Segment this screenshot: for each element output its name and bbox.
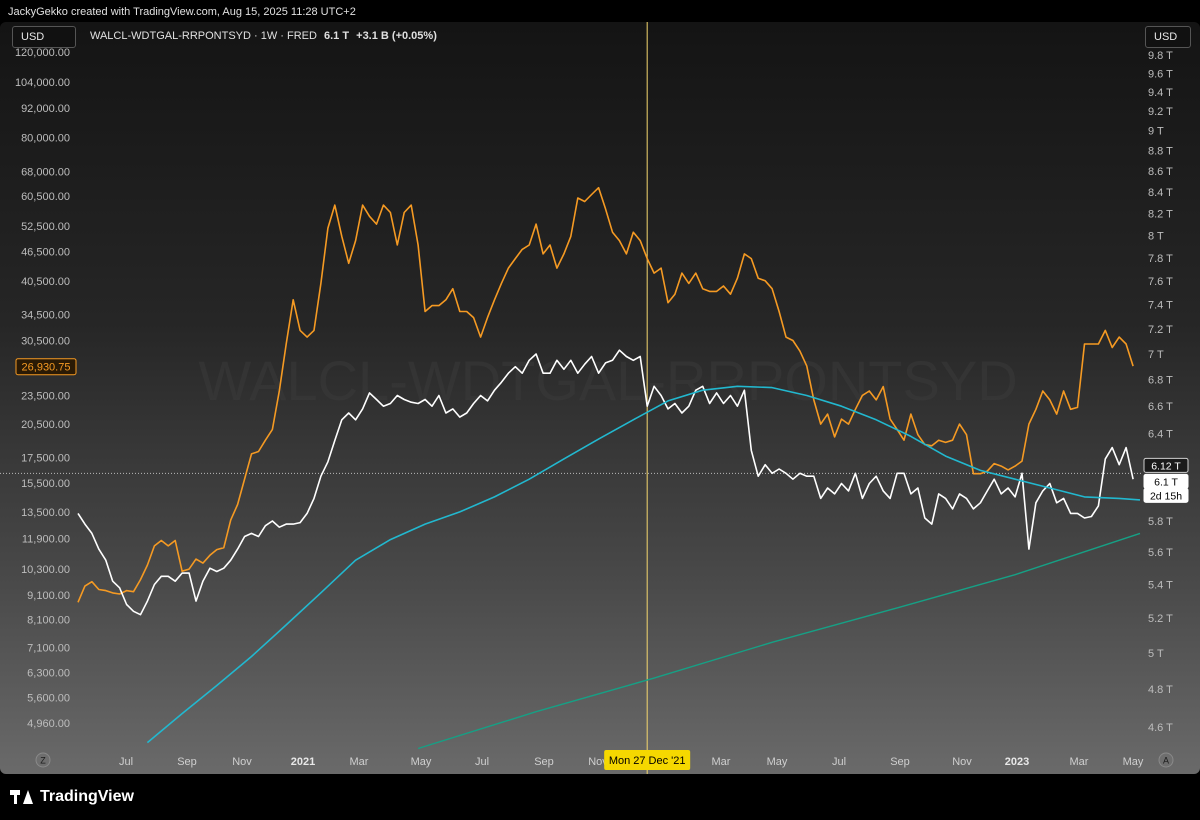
cyan-moving-average-line[interactable] [146,385,1141,744]
right-axis-tick-label: 6.8 T [1148,375,1173,387]
x-axis-tick-label: Sep [890,756,910,768]
left-axis-tick-label: 6,300.00 [27,668,70,680]
legend-change: +3.1 B (+0.05%) [356,30,437,42]
x-axis-tick-label: Jul [119,756,133,768]
right-axis-tick-label: 4.6 T [1148,722,1173,734]
right-axis-tick-label: 8.4 T [1148,187,1173,199]
x-axis-tick-label: Mar [712,756,731,768]
right-axis-tick-label: 8 T [1148,230,1164,242]
left-axis-tick-label: 23,500.00 [21,390,70,402]
zoom-reset-button[interactable]: Z [35,752,51,768]
left-axis-tick-label: 120,000.00 [15,47,70,59]
crosshair-date-text: Mon 27 Dec '21 [609,755,686,767]
right-axis-tick-label: 6.4 T [1148,429,1173,441]
currency-right-button[interactable]: USD [1145,26,1191,48]
legend-last-value: 6.1 T [324,30,350,42]
x-axis-tick-label: May [411,756,432,768]
right-axis-tick-label: 8.2 T [1148,208,1173,220]
legend-symbol: WALCL-WDTGAL-RRPONTSYD · 1W · FRED [90,30,317,42]
left-axis-tick-label: 15,500.00 [21,478,70,490]
left-axis-tick-label: 52,500.00 [21,221,70,233]
left-price-badge: 26,930.75 [15,358,77,376]
left-axis-tick-label: 4,960.00 [27,718,70,730]
right-axis-tick-label: 9.8 T [1148,50,1173,62]
x-axis-tick-label: Mar [1070,756,1089,768]
x-axis-tick-label: May [767,756,788,768]
right-axis-tick-label: 5.8 T [1148,516,1173,528]
left-axis-tick-label: 8,100.00 [27,615,70,627]
right-value-badge-text: 6.12 T [1151,460,1181,472]
right-axis-tick-label: 5 T [1148,648,1164,660]
tradingview-logo[interactable]: TradingView [10,788,134,806]
right-axis-tick-label: 5.6 T [1148,547,1173,559]
right-axis-tick-label: 6.6 T [1148,401,1173,413]
chart-panel[interactable]: WALCL-WDTGAL-RRPONTSYD 120,000.00 104,000… [0,22,1200,774]
left-axis-tick-label: 34,500.00 [21,310,70,322]
tradingview-logo-icon [10,790,34,804]
right-axis-tick-label: 9.4 T [1148,87,1173,99]
x-axis-tick-label: 2023 [1005,756,1029,768]
zoom-reset-button-label: Z [40,756,46,766]
x-axis-tick-label: May [1123,756,1144,768]
right-value-badge: 6.12 T [1143,457,1189,473]
left-axis-tick-label: 60,500.00 [21,191,70,203]
x-axis-tick-label: Sep [534,756,554,768]
right-axis-tick-label: 9.2 T [1148,106,1173,118]
x-axis-tick-label: Nov [232,756,252,768]
x-axis-tick-label: Mar [350,756,369,768]
currency-left-button[interactable]: USD [12,26,76,48]
tradingview-logo-text: TradingView [40,788,134,805]
right-axis-tick-label: 5.2 T [1148,613,1173,625]
left-axis-tick-label: 5,600.00 [27,692,70,704]
left-axis-tick-label: 10,300.00 [21,564,70,576]
right-axis-tick-label: 7.2 T [1148,324,1173,336]
right-axis-tick-label: 5.4 T [1148,580,1173,592]
footer: TradingView [0,774,1200,820]
left-axis-tick-label: 20,500.00 [21,419,70,431]
x-axis-tick-label: Jul [832,756,846,768]
right-axis-tick-label: 4.8 T [1148,684,1173,696]
x-axis-tick-label: Nov [952,756,972,768]
teal-moving-average-line[interactable] [417,532,1141,750]
left-axis-tick-label: 80,000.00 [21,132,70,144]
left-axis-tick-label: 7,100.00 [27,642,70,654]
x-axis-tick-label: Jul [475,756,489,768]
x-axis-tick-label: Sep [177,756,197,768]
right-axis-tick-label: 7.4 T [1148,300,1173,312]
right-axis-tick-label: 7.6 T [1148,276,1173,288]
left-axis-tick-label: 40,500.00 [21,276,70,288]
right-value-badge-text: 6.1 T [1154,476,1178,488]
right-axis-tick-label: 7 T [1148,349,1164,361]
attribution-text: JackyGekko created with TradingView.com,… [8,6,356,18]
left-axis-tick-label: 9,100.00 [27,590,70,602]
right-value-badge-text: 2d 15h [1150,490,1182,502]
right-value-badge: 6.1 T [1143,473,1189,489]
crosshair-date-badge: Mon 27 Dec '21 [604,750,691,770]
right-axis-tick-label: 9 T [1148,126,1164,138]
left-price-badge-text: 26,930.75 [22,362,71,374]
right-axis-tick-label: 8.8 T [1148,146,1173,158]
auto-scale-button[interactable]: A [1158,752,1174,768]
left-axis-tick-label: 104,000.00 [15,77,70,89]
chart-svg[interactable]: WALCL-WDTGAL-RRPONTSYD 120,000.00 104,000… [0,22,1200,774]
right-axis-tick-label: 7.8 T [1148,253,1173,265]
x-axis-tick-label: 2021 [291,756,315,768]
left-axis-tick-label: 46,500.00 [21,247,70,259]
chart-watermark: WALCL-WDTGAL-RRPONTSYD [198,349,1017,412]
left-axis-tick-label: 17,500.00 [21,452,70,464]
symbol-legend[interactable]: WALCL-WDTGAL-RRPONTSYD · 1W · FRED 6.1 T… [90,30,437,42]
left-axis-tick-label: 13,500.00 [21,507,70,519]
left-axis-tick-label: 30,500.00 [21,335,70,347]
left-axis-tick-label: 92,000.00 [21,103,70,115]
right-value-badge: 2d 15h [1143,487,1189,503]
left-axis-tick-label: 68,000.00 [21,167,70,179]
left-axis-tick-label: 11,900.00 [22,534,70,546]
auto-scale-button-label: A [1163,756,1169,766]
right-axis-tick-label: 8.6 T [1148,166,1173,178]
right-axis-tick-label: 9.6 T [1148,68,1173,80]
